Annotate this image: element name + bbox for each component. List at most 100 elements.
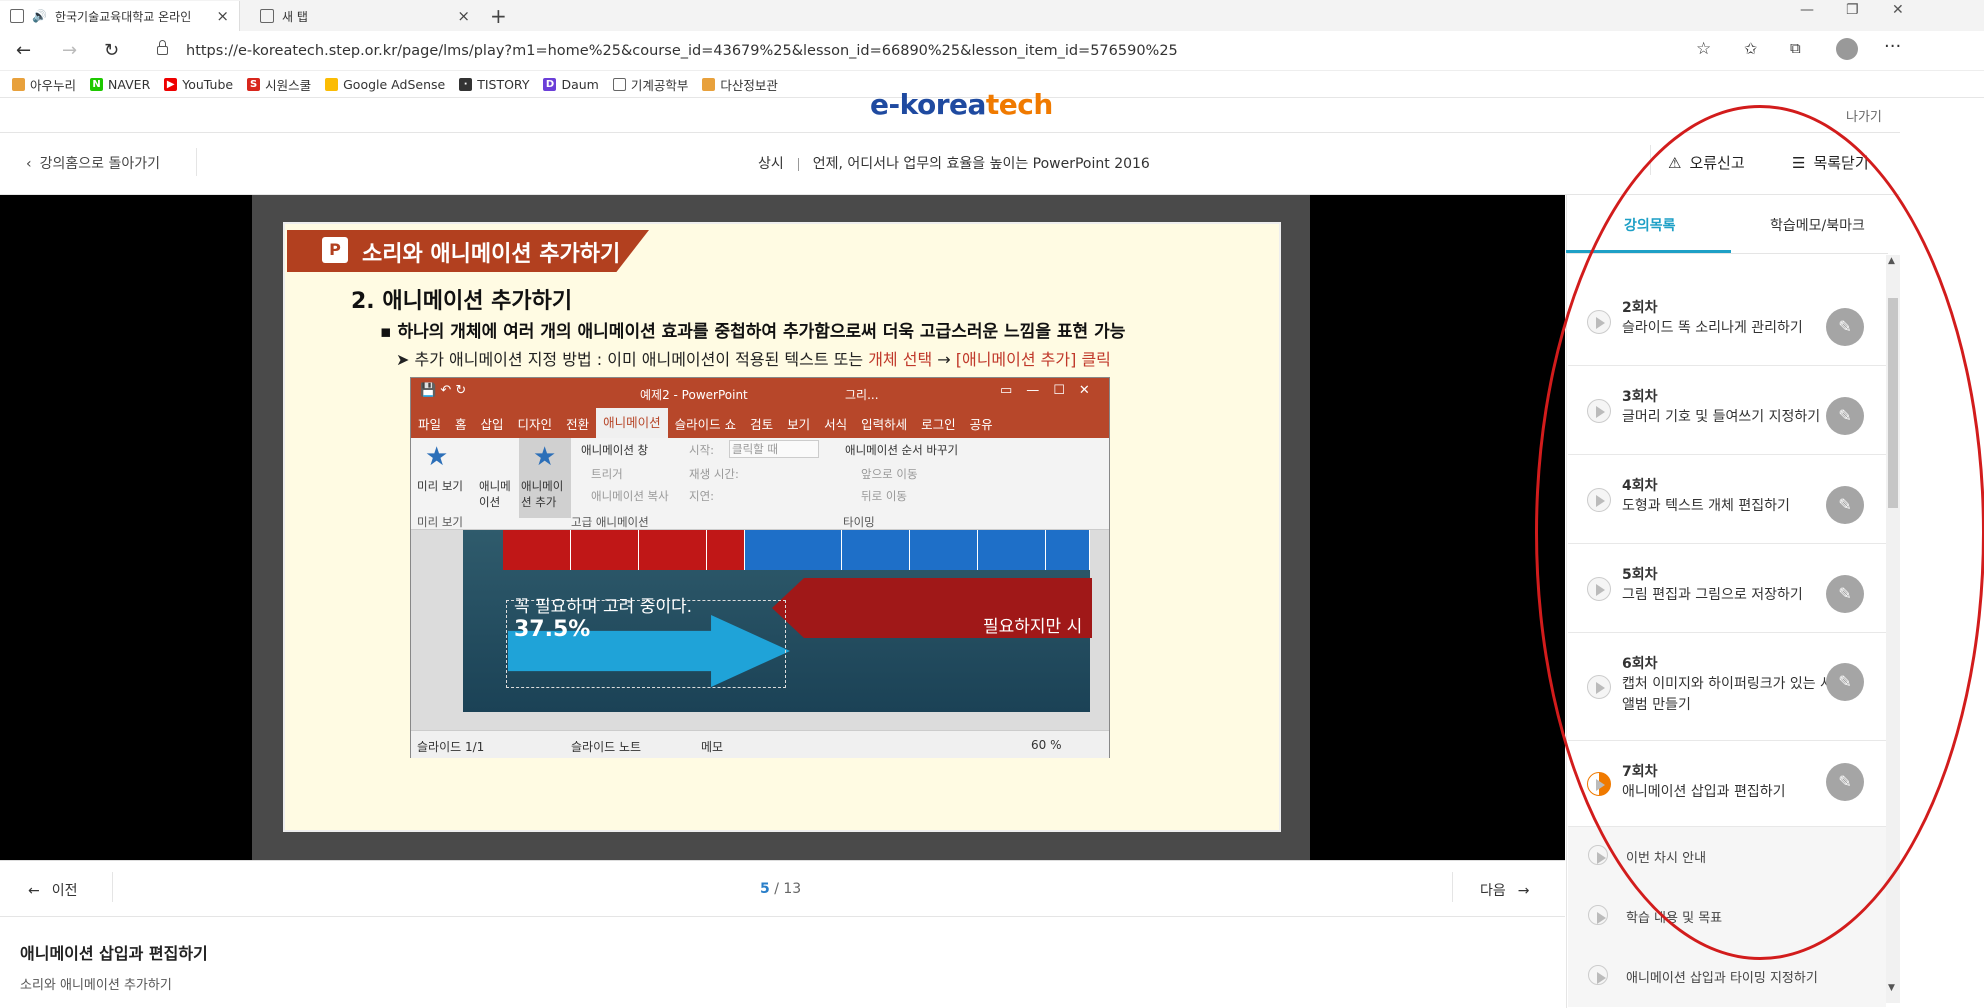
- bookmark-item[interactable]: Google AdSense: [325, 77, 445, 92]
- back-icon[interactable]: ←: [16, 40, 31, 61]
- close-icon[interactable]: ×: [216, 7, 229, 25]
- ppt-later: 뒤로 이동: [861, 489, 907, 503]
- ppt-tab: 홈: [455, 416, 467, 432]
- ppt-start: 시작:: [689, 443, 715, 457]
- ppt-slide-text: 꼭 필요하며 고려 중이다.: [514, 597, 693, 617]
- next-button[interactable]: 다음 →: [1480, 880, 1530, 900]
- ppt-status-notes: 슬라이드 노트: [571, 740, 642, 754]
- course-breadcrumb: 상시 언제, 어디서나 업무의 효율을 높이는 PowerPoint 2016: [758, 156, 1150, 172]
- restore-icon[interactable]: ❐: [1846, 2, 1859, 18]
- ppt-tab: 로그인: [921, 416, 956, 432]
- ppt-tab: 공유: [969, 416, 993, 432]
- url-input[interactable]: https://e-koreatech.step.or.kr/page/lms/…: [140, 37, 1730, 65]
- page-indicator: 5 / 13: [760, 881, 802, 897]
- back-to-course-link[interactable]: ‹ 강의홈으로 돌아가기: [26, 153, 160, 173]
- ppt-duration: 재생 시간:: [689, 467, 739, 481]
- ppt-tab: 슬라이드 쇼: [674, 416, 737, 432]
- play-icon: [1588, 905, 1608, 925]
- ppt-group-adv: 고급 애니메이션: [571, 515, 649, 529]
- lock-icon: [157, 40, 168, 55]
- arrow-left-icon: ←: [28, 883, 40, 899]
- close-icon[interactable]: ×: [457, 7, 470, 25]
- bookmark-item[interactable]: S 시원스쿨: [247, 75, 311, 94]
- ppt-window-controls: ▭—☐✕: [1000, 383, 1104, 398]
- ppt-slide-text2: 필요하지만 시: [983, 617, 1083, 637]
- divider: [196, 148, 197, 176]
- chevron-left-icon: ‹: [26, 156, 32, 172]
- more-icon[interactable]: ···: [1884, 36, 1901, 57]
- ppt-earlier: 앞으로 이동: [861, 467, 918, 481]
- bookmark-item[interactable]: ▶ YouTube: [164, 77, 233, 92]
- ppt-statusbar: 슬라이드 1/1 슬라이드 노트 메모 60 %: [411, 730, 1109, 758]
- ppt-group-preview: 미리 보기: [417, 515, 463, 529]
- browser-tab-active[interactable]: 🔊 한국기술교육대학교 온라인 ×: [0, 1, 240, 31]
- ppt-tab: 삽입: [480, 416, 504, 432]
- slide-title: 소리와 애니메이션 추가하기: [362, 242, 621, 267]
- red-annotation-oval: [1535, 105, 1984, 960]
- site-logo[interactable]: e-koreatech: [870, 88, 1053, 121]
- browser-tab-new[interactable]: 새 탭 ×: [250, 1, 480, 31]
- profile-avatar[interactable]: [1836, 38, 1858, 60]
- forward-icon[interactable]: →: [62, 40, 77, 61]
- bookmark-item[interactable]: 아우누리: [12, 75, 76, 94]
- bookmark-icon: [12, 77, 25, 91]
- ppt-status-slide: 슬라이드 1/1: [417, 740, 485, 754]
- ppt-animation: 애니메이션: [479, 479, 511, 509]
- sub-lesson-label: 애니메이션 삽입과 타이밍 지정하기: [1626, 971, 1818, 986]
- star-icon[interactable]: ☆: [1696, 39, 1711, 59]
- ppt-title-extra: 그리...: [845, 388, 879, 402]
- divider: [112, 872, 113, 902]
- play-icon: [1588, 845, 1608, 865]
- ppt-zoom: 60 %: [1031, 738, 1062, 752]
- tistory-icon: ·: [459, 77, 473, 91]
- scroll-down-icon[interactable]: ▼: [1888, 983, 1895, 993]
- slide-subbullet: ➤ 추가 애니메이션 지정 방법 : 이미 애니메이션이 적용된 텍스트 또는 …: [396, 350, 1111, 369]
- prev-button[interactable]: ← 이전: [28, 880, 78, 900]
- collections-icon[interactable]: ⧉: [1790, 39, 1801, 57]
- bookmark-item[interactable]: D Daum: [543, 77, 599, 92]
- ppt-ribbon-tabs: 파일 홈 삽입 디자인 전환 애니메이션 슬라이드 쇼 검토 보기 서식 입력하…: [411, 408, 1109, 438]
- divider: [0, 860, 1565, 861]
- ppt-painter: 애니메이션 복사: [591, 489, 669, 503]
- divider: [0, 132, 1900, 133]
- ppt-tab: 보기: [787, 416, 811, 432]
- bookmark-item[interactable]: · TISTORY: [459, 77, 529, 92]
- refresh-icon[interactable]: ↻: [104, 40, 119, 61]
- exit-link[interactable]: 나가기: [1846, 106, 1882, 125]
- siwon-icon: S: [247, 77, 261, 91]
- ppt-add-animation: 애니메이션 추가: [521, 479, 564, 509]
- ppt-slide-percent: 37.5%: [514, 617, 591, 642]
- ppt-tab: 입력하세: [861, 416, 908, 432]
- close-window-icon[interactable]: ✕: [1892, 2, 1904, 18]
- play-icon: [1588, 965, 1608, 985]
- ppt-tab: 전환: [566, 416, 590, 432]
- minimize-icon[interactable]: —: [1800, 2, 1814, 18]
- lesson-subtitle: 소리와 애니메이션 추가하기: [20, 978, 172, 993]
- newtab-icon: [260, 9, 274, 23]
- ppt-ribbon: ★ 미리 보기 애니메이션 ★ 애니메이션 추가 애니메이션 창 트리거 애니메…: [411, 438, 1109, 530]
- ppt-tab-selected: 애니메이션: [596, 408, 668, 438]
- bookmark-item[interactable]: 기계공학부: [612, 75, 688, 94]
- lesson-title: 애니메이션 삽입과 편집하기: [20, 944, 208, 963]
- ppt-status-comments: 메모: [701, 740, 724, 754]
- arrow-right-icon: →: [1517, 883, 1530, 899]
- ppt-pane: 애니메이션 창: [581, 443, 649, 457]
- ppt-tab: 파일: [418, 416, 442, 432]
- new-tab-button[interactable]: +: [490, 4, 507, 28]
- star-icon: ★: [425, 442, 449, 472]
- youtube-icon: ▶: [164, 77, 178, 91]
- speaker-icon: 🔊: [32, 9, 47, 23]
- page-icon: [612, 77, 626, 91]
- ppt-tab: 디자인: [517, 416, 553, 432]
- tab-title-new: 새 탭: [282, 9, 308, 24]
- ppt-title: 예제2 - PowerPoint: [640, 388, 748, 402]
- slide-bullet: ▪ 하나의 개체에 여러 개의 애니메이션 효과를 중첩하여 추가함으로써 더욱…: [380, 322, 1126, 342]
- adsense-icon: [325, 77, 339, 91]
- divider: [1452, 872, 1453, 902]
- bookmark-item[interactable]: 다산정보관: [702, 75, 778, 94]
- slide-heading: 2. 애니메이션 추가하기: [351, 289, 573, 314]
- page-icon: [10, 9, 24, 23]
- favorites-icon[interactable]: ✩: [1744, 39, 1757, 58]
- bookmark-item[interactable]: N NAVER: [90, 77, 150, 92]
- ppt-start-value: 클릭할 때: [729, 440, 819, 458]
